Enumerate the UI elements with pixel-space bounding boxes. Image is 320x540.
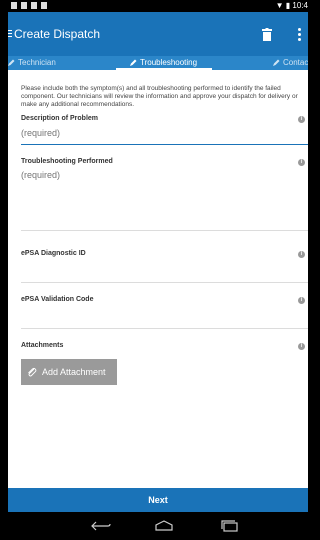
tab-label: Contac <box>283 58 308 67</box>
epsa-code-input[interactable] <box>21 308 308 318</box>
troubleshooting-label: Troubleshooting Performed <box>21 158 113 165</box>
home-icon[interactable] <box>154 520 174 532</box>
pencil-icon <box>273 59 280 66</box>
epsa-id-label: ePSA Diagnostic ID <box>21 250 86 257</box>
app-bar: Create Dispatch <box>8 12 308 56</box>
download-notification-icon <box>41 2 47 9</box>
tab-technician[interactable]: Technician <box>8 58 56 67</box>
info-icon[interactable]: i <box>298 343 305 350</box>
pencil-icon <box>8 59 15 66</box>
app-frame: ▼ ▮ 10:4 Create Dispatch Technician Trou… <box>8 0 308 540</box>
troubleshooting-underline <box>21 230 308 231</box>
image-notification-icon <box>21 2 27 9</box>
epsa-code-underline <box>21 328 308 329</box>
info-icon[interactable]: i <box>298 297 305 304</box>
tab-troubleshooting[interactable]: Troubleshooting <box>130 58 197 67</box>
back-icon[interactable] <box>91 520 111 532</box>
trash-icon[interactable] <box>262 28 272 41</box>
notification-icon <box>11 2 17 9</box>
info-icon[interactable]: i <box>298 159 305 166</box>
overflow-menu-icon[interactable] <box>298 28 302 41</box>
status-bar: ▼ ▮ 10:4 <box>8 0 308 12</box>
page-title: Create Dispatch <box>14 27 101 41</box>
wifi-icon: ▼ <box>275 1 284 10</box>
troubleshooting-input[interactable] <box>21 170 308 180</box>
menu-icon[interactable] <box>8 30 12 39</box>
tab-label: Technician <box>18 58 56 67</box>
message-notification-icon <box>31 2 37 9</box>
epsa-id-input[interactable] <box>21 262 308 272</box>
clock: 10:4 <box>292 1 308 10</box>
notification-icons <box>11 2 47 9</box>
description-label: Description of Problem <box>21 115 99 122</box>
system-nav-bar <box>8 512 308 540</box>
tab-label: Troubleshooting <box>140 58 198 67</box>
description-input[interactable] <box>21 128 308 138</box>
next-button[interactable]: Next <box>8 488 308 512</box>
epsa-code-label: ePSA Validation Code <box>21 296 94 303</box>
recent-apps-icon[interactable] <box>220 520 240 532</box>
battery-icon: ▮ <box>285 1 291 10</box>
attachments-label: Attachments <box>21 342 64 349</box>
add-attachment-button[interactable]: Add Attachment <box>21 359 117 385</box>
pencil-icon <box>130 59 137 66</box>
paperclip-icon <box>28 367 37 376</box>
epsa-id-underline <box>21 282 308 283</box>
tab-contact[interactable]: Contac <box>273 58 308 67</box>
intro-text: Please include both the symptom(s) and a… <box>21 85 298 108</box>
description-underline <box>21 144 308 145</box>
status-right: ▼ ▮ 10:4 <box>276 1 308 10</box>
form-content: Please include both the symptom(s) and a… <box>8 70 308 488</box>
add-attachment-label: Add Attachment <box>42 367 106 377</box>
info-icon[interactable]: i <box>298 116 305 123</box>
info-icon[interactable]: i <box>298 251 305 258</box>
